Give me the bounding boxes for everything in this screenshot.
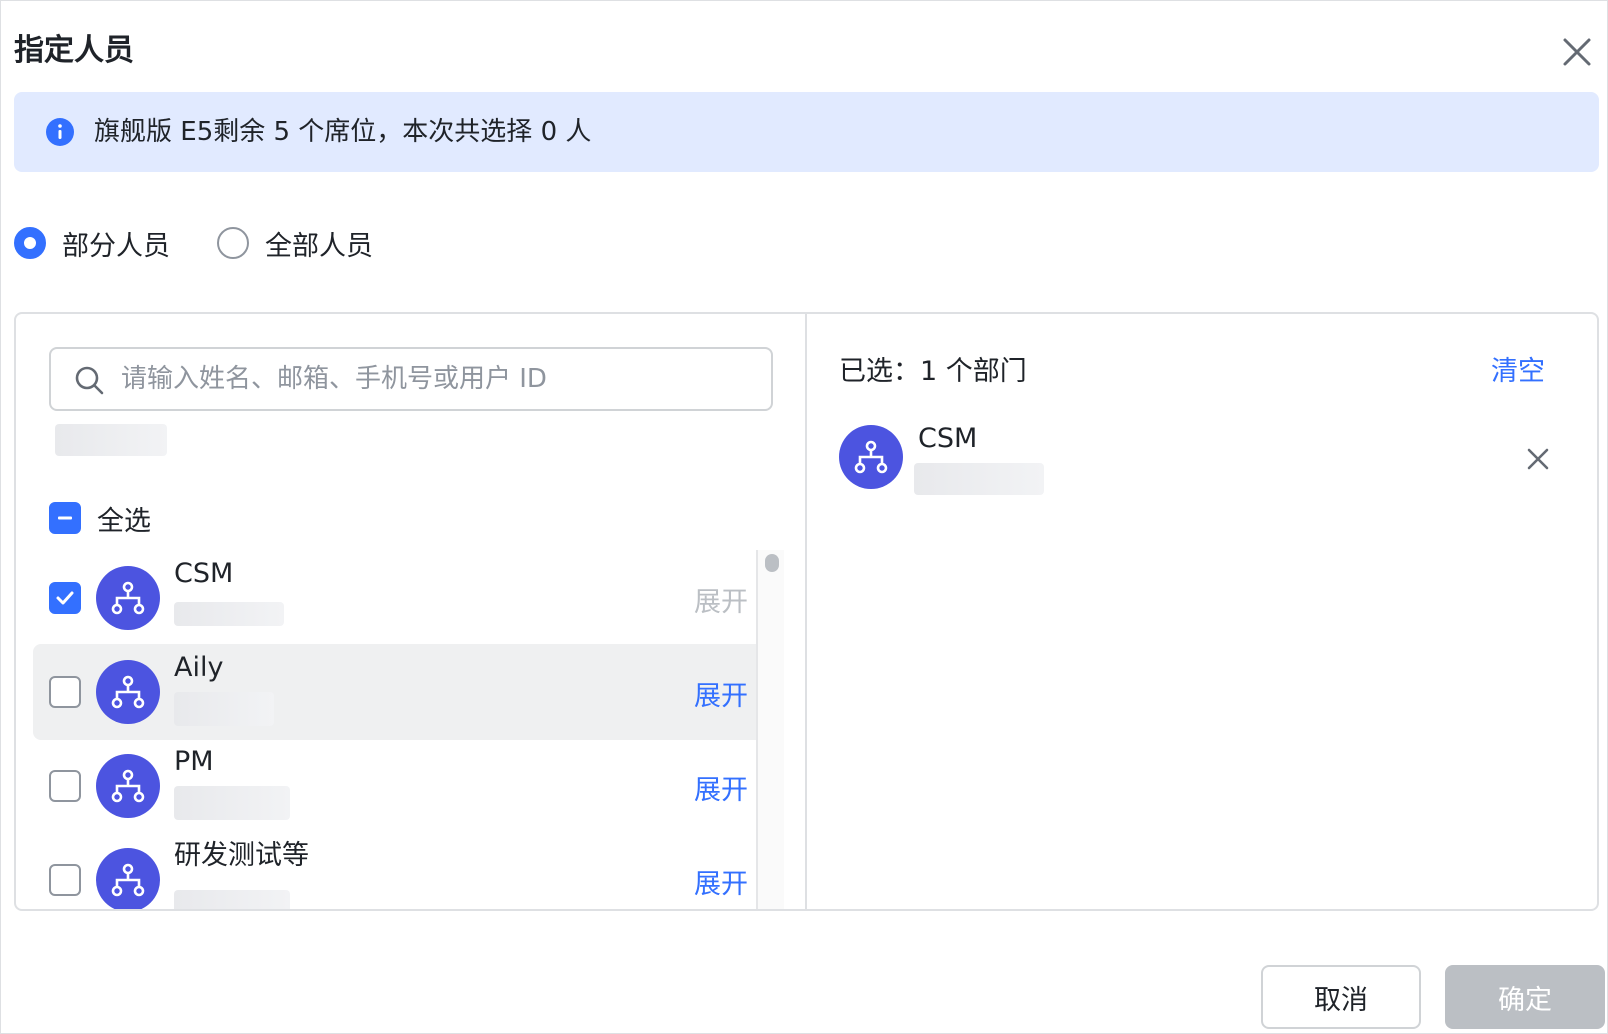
indeterminate-checkbox[interactable] — [49, 502, 81, 534]
panel-divider — [805, 314, 807, 909]
remove-icon[interactable] — [1522, 443, 1554, 475]
department-name: 研发测试等 — [174, 840, 309, 871]
close-icon[interactable] — [1557, 32, 1597, 72]
cancel-button[interactable]: 取消 — [1261, 965, 1421, 1029]
banner-text: 旗舰版 E5剩余 5 个席位，本次共选择 0 人 — [94, 117, 592, 147]
list-item[interactable]: PM 展开 — [33, 738, 774, 834]
checkbox[interactable] — [49, 676, 81, 708]
org-chart-icon — [839, 425, 903, 489]
checkbox[interactable] — [49, 770, 81, 802]
list-item[interactable]: Aily 展开 — [33, 644, 774, 740]
radio-label: 全部人员 — [265, 230, 373, 262]
assign-members-dialog: 指定人员 旗舰版 E5剩余 5 个席位，本次共选择 0 人 部分人员 全部人员 … — [0, 0, 1608, 1034]
org-chart-icon — [96, 848, 160, 909]
list-scrollbar[interactable] — [756, 550, 784, 909]
member-picker-panel: 请输入姓名、邮箱、手机号或用户 ID 全选 CSM 展开 Aily 展开 PM … — [14, 312, 1599, 911]
checkbox[interactable] — [49, 864, 81, 896]
seat-info-banner: 旗舰版 E5剩余 5 个席位，本次共选择 0 人 — [14, 92, 1599, 172]
department-list: CSM 展开 Aily 展开 PM 展开 研发测试等 展开 — [33, 550, 774, 909]
redacted-breadcrumb — [55, 424, 167, 456]
clear-button[interactable]: 清空 — [1491, 354, 1545, 390]
confirm-button[interactable]: 确定 — [1445, 965, 1605, 1029]
selected-summary: 已选：1 个部门 — [839, 356, 1027, 387]
expand-button[interactable]: 展开 — [694, 674, 748, 713]
info-icon — [46, 118, 74, 146]
department-name: CSM — [174, 558, 234, 589]
selected-item: CSM — [839, 423, 1579, 505]
list-item[interactable]: CSM 展开 — [33, 550, 774, 646]
redacted-count — [174, 692, 274, 726]
selected-department-name: CSM — [918, 423, 978, 454]
redacted-count — [174, 890, 290, 909]
radio-label: 部分人员 — [62, 230, 170, 262]
dialog-title: 指定人员 — [14, 33, 134, 68]
expand-button[interactable]: 展开 — [694, 768, 748, 807]
checked-checkbox[interactable] — [49, 582, 81, 614]
redacted-count — [914, 463, 1044, 495]
org-chart-icon — [96, 754, 160, 818]
org-chart-icon — [96, 566, 160, 630]
expand-button[interactable]: 展开 — [694, 862, 748, 901]
search-input[interactable]: 请输入姓名、邮箱、手机号或用户 ID — [49, 347, 773, 411]
radio-all-members[interactable]: 全部人员 — [217, 225, 373, 262]
list-item[interactable]: 研发测试等 展开 — [33, 832, 774, 909]
scrollbar-thumb[interactable] — [765, 554, 779, 572]
select-all-label: 全选 — [97, 505, 151, 537]
org-chart-icon — [96, 660, 160, 724]
select-all-checkbox[interactable]: 全选 — [49, 500, 151, 537]
redacted-count — [174, 786, 290, 820]
expand-button[interactable]: 展开 — [694, 580, 748, 619]
search-placeholder: 请输入姓名、邮箱、手机号或用户 ID — [121, 364, 547, 394]
radio-partial-members[interactable]: 部分人员 — [14, 225, 170, 262]
redacted-count — [174, 602, 284, 626]
radio-circle[interactable] — [217, 227, 249, 259]
department-name: PM — [174, 746, 214, 777]
radio-circle-checked[interactable] — [14, 227, 46, 259]
search-icon — [73, 364, 105, 396]
department-name: Aily — [174, 652, 224, 683]
